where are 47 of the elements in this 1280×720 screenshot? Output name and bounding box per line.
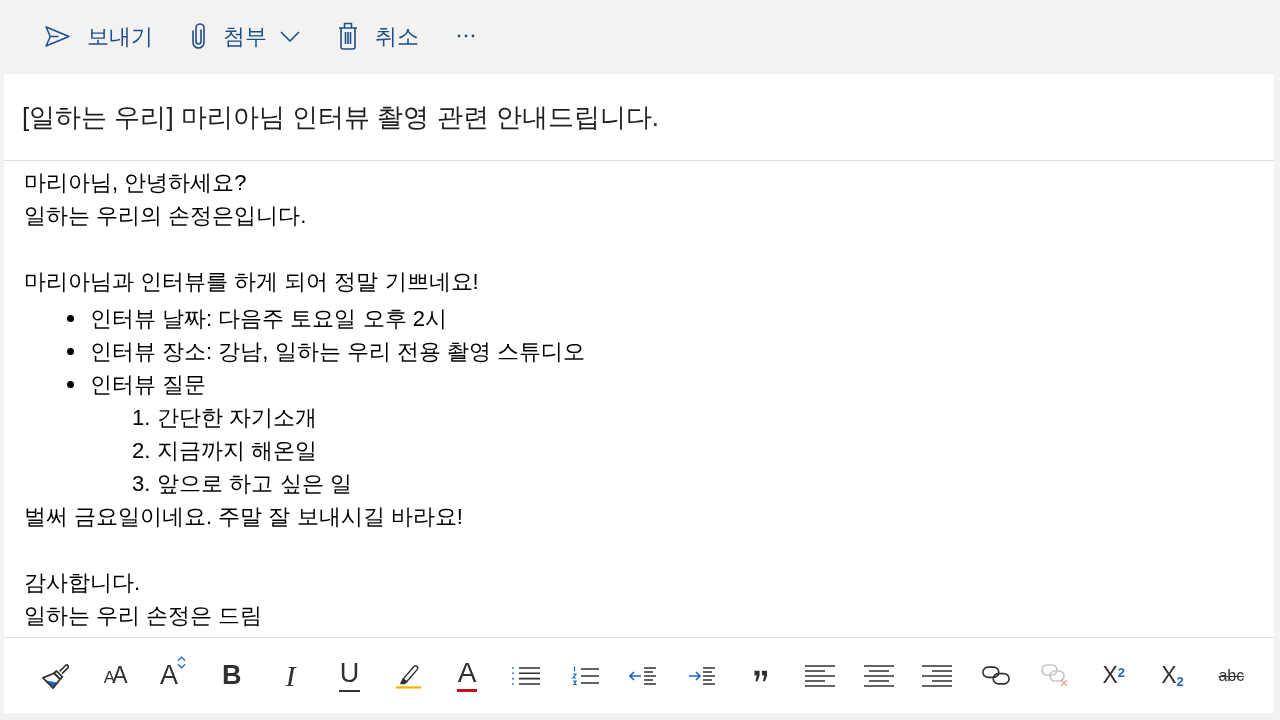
link-icon <box>982 666 1011 685</box>
list-item-text: 간단한 자기소개 <box>157 404 318 432</box>
list-number: 1. <box>132 404 151 432</box>
list-number: 2. <box>132 437 151 465</box>
list-item-text: 앞으로 하고 싶은 일 <box>157 470 352 498</box>
message-body-field[interactable]: 마리아님, 안녕하세요? 일하는 우리의 손정은입니다. 마리아님과 인터뷰를 하게 되어 정말 기쁘네요! 인터뷰 날짜: 다음주 토요일 오후 2시 인터뷰 장소: 강남, 일하는 우리 전용 촬영 스튜디오 인터뷰 질문 1. 간단한 자기소개 2. 지금까지 해온일 3. 앞으로 하고 싶은 일 벌써 금요일이네요. 주말 잘 보내시길 바라요! 감사합니다. 일하는 우리 손정은 드림 <box>4 161 1274 637</box>
numbered-list-icon <box>570 665 599 686</box>
up-down-caret-icon <box>177 656 186 669</box>
outdent-icon <box>629 665 658 686</box>
more-icon <box>457 34 475 38</box>
trash-icon <box>338 22 358 50</box>
paper-plane-icon <box>45 25 70 47</box>
list-item-text: 인터뷰 질문 <box>90 371 207 399</box>
font-button[interactable]: AA <box>84 653 144 698</box>
body-text: 벌써 금요일이네요. 주말 잘 보내시길 바라요! <box>24 503 463 531</box>
italic-button[interactable]: I <box>261 653 320 698</box>
attach-button[interactable]: 첨부 <box>183 14 308 58</box>
underline-button[interactable]: U <box>320 653 379 698</box>
align-left-icon <box>804 664 835 687</box>
body-text: 마리아님과 인터뷰를 하게 되어 정말 기쁘네요! <box>24 268 479 296</box>
paperclip-icon <box>191 23 206 49</box>
bulleted-list-icon <box>511 665 540 686</box>
align-right-icon <box>922 664 953 687</box>
subscript-button[interactable]: X$_{2}$ <box>1143 653 1202 698</box>
send-button[interactable]: 보내기 <box>37 14 161 58</box>
font-color-button[interactable]: A <box>437 653 497 698</box>
bold-button[interactable]: B <box>202 653 262 698</box>
superscript-button[interactable]: X$^{2}$ <box>1084 653 1144 698</box>
body-text: 마리아님, 안녕하세요? <box>24 169 247 197</box>
list-item-text: 인터뷰 날짜: 다음주 토요일 오후 2시 <box>90 305 447 333</box>
paintbrush-icon <box>41 661 70 690</box>
body-text: 일하는 우리 손정은 드림 <box>24 602 263 630</box>
body-text: 감사합니다. <box>24 569 141 597</box>
list-number: 3. <box>132 470 151 498</box>
broken-link-icon <box>1040 663 1069 688</box>
strikethrough-button[interactable]: abc <box>1201 653 1261 698</box>
font-size-button[interactable]: A <box>143 653 203 698</box>
list-item-text: 지금까지 해온일 <box>157 437 318 465</box>
body-text: 일하는 우리의 손정은입니다. <box>24 202 307 230</box>
quote-icon <box>753 669 768 682</box>
discard-button[interactable]: 취소 <box>330 14 427 58</box>
list-item-text: 인터뷰 장소: 강남, 일하는 우리 전용 촬영 스튜디오 <box>90 338 585 366</box>
highlighter-icon <box>394 662 422 689</box>
indent-icon <box>688 665 717 686</box>
align-center-icon <box>863 664 894 687</box>
subject-field[interactable]: [일하는 우리] 마리아님 인터뷰 촬영 관련 안내드립니다. <box>4 74 1274 161</box>
chevron-down-icon <box>280 30 300 42</box>
